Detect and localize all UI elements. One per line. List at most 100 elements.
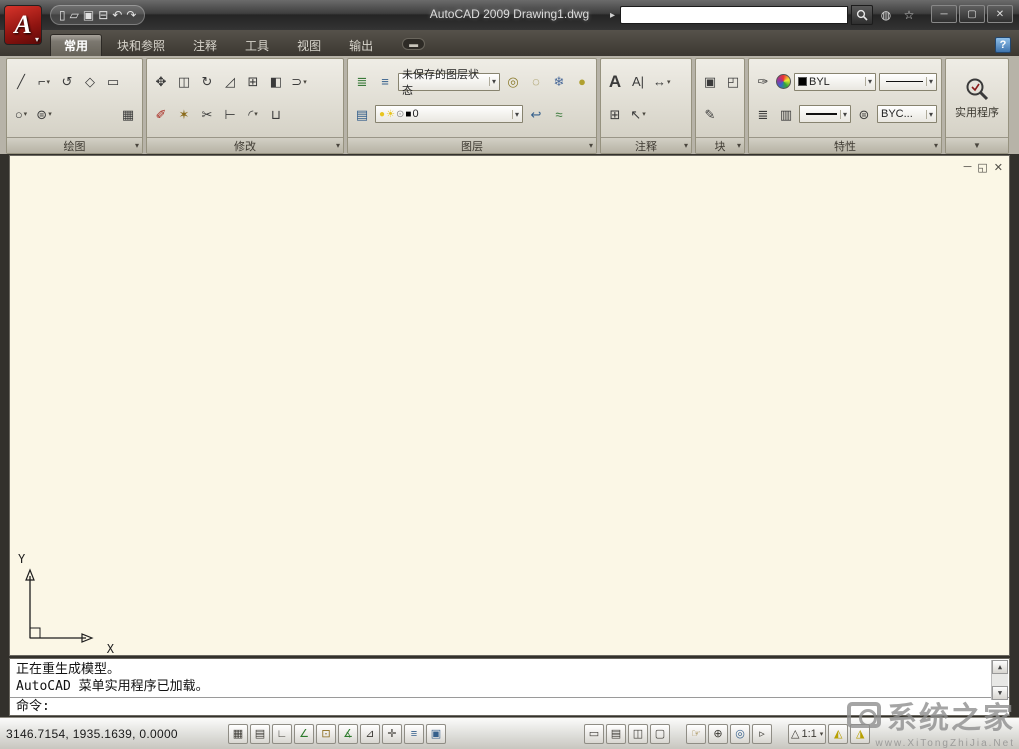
layer-match-tool[interactable]: ≈ xyxy=(549,104,569,125)
doc-minimize-button[interactable]: ─ xyxy=(964,161,972,174)
layer-properties-tool[interactable]: ▤ xyxy=(352,104,372,125)
ortho-toggle[interactable]: ∟ xyxy=(272,724,292,744)
layer-previous-tool[interactable]: ↩ xyxy=(526,104,546,125)
annotation-autoscale-button[interactable]: ◮ xyxy=(850,724,870,744)
tab-home[interactable]: 常用 xyxy=(50,34,102,56)
dyn-toggle[interactable]: ✛ xyxy=(382,724,402,744)
mtext-tool[interactable]: A xyxy=(605,71,625,92)
doc-close-button[interactable]: ✕ xyxy=(994,161,1003,174)
command-scrollbar[interactable]: ▲ ▼ xyxy=(991,660,1008,700)
quick-view-layouts-button[interactable]: ◫ xyxy=(628,724,648,744)
multileader-tool[interactable]: ↖▾ xyxy=(628,104,648,125)
ducs-toggle[interactable]: ⊿ xyxy=(360,724,380,744)
text-tool[interactable]: A| xyxy=(628,71,648,92)
lineweight-dropdown[interactable]: ▾ xyxy=(799,105,851,123)
lwt-toggle[interactable]: ≡ xyxy=(404,724,424,744)
annotation-scale-button[interactable]: △ 1:1 ▾ xyxy=(788,724,826,744)
communication-center-icon[interactable]: ◍ xyxy=(876,5,896,25)
drawing-canvas[interactable]: ─◱✕ Y X xyxy=(9,155,1010,656)
search-expand-icon[interactable]: ▸ xyxy=(610,10,615,21)
measure-icon[interactable] xyxy=(964,76,990,102)
panel-label-draw[interactable]: 绘图▾ xyxy=(7,137,142,153)
maximize-button[interactable]: ▢ xyxy=(959,5,985,23)
join-tool[interactable]: ⊔ xyxy=(266,104,286,125)
ellipse-tool[interactable]: ⊜▾ xyxy=(34,104,54,125)
command-prompt[interactable]: 命令: xyxy=(10,697,1009,716)
object-color-dropdown[interactable]: BYL ▾ xyxy=(794,73,876,91)
model-button[interactable]: ▭ xyxy=(584,724,604,744)
extend-tool[interactable]: ⊢ xyxy=(220,104,240,125)
layer-state-dropdown[interactable]: 未保存的图层状态 ▾ xyxy=(398,73,500,91)
match-properties-tool[interactable]: ✑ xyxy=(753,71,773,92)
ribbon-minimize-toggle-icon[interactable]: ▬ xyxy=(402,38,425,50)
create-block-tool[interactable]: ◰ xyxy=(723,71,743,92)
layer-dropdown[interactable]: ●☀⊙■ 0 ▾ xyxy=(375,105,523,123)
snap-toggle[interactable]: ▦ xyxy=(228,724,248,744)
layer-isolate-tool[interactable]: ◎ xyxy=(503,71,523,92)
move-tool[interactable]: ✥ xyxy=(151,71,171,92)
qp-toggle[interactable]: ▣ xyxy=(426,724,446,744)
trim-tool[interactable]: ✂ xyxy=(197,104,217,125)
scroll-up-button[interactable]: ▲ xyxy=(992,660,1008,674)
plot-style-tool[interactable]: ⊜ xyxy=(854,104,874,125)
lineweight-settings-tool[interactable]: ▥ xyxy=(776,104,796,125)
explode-tool[interactable]: ✶ xyxy=(174,104,194,125)
scale-tool[interactable]: ◿ xyxy=(220,71,240,92)
osnap-toggle[interactable]: ⊡ xyxy=(316,724,336,744)
scroll-down-button[interactable]: ▼ xyxy=(992,686,1008,700)
line-tool[interactable]: ╱ xyxy=(11,71,31,92)
close-button[interactable]: ✕ xyxy=(987,5,1013,23)
rotate-tool[interactable]: ↻ xyxy=(197,71,217,92)
color-wheel-icon[interactable] xyxy=(776,74,791,89)
tab-blocks-references[interactable]: 块和参照 xyxy=(104,34,178,56)
layer-state-icon[interactable]: ≣ xyxy=(352,71,372,92)
tab-output[interactable]: 输出 xyxy=(336,34,386,56)
panel-label-utilities[interactable]: ▼ xyxy=(946,137,1008,153)
help-button[interactable]: ? xyxy=(995,37,1011,53)
show-motion-button[interactable]: ▹ xyxy=(752,724,772,744)
annotation-visibility-button[interactable]: ◭ xyxy=(828,724,848,744)
panel-label-layers[interactable]: 图层▾ xyxy=(348,137,596,153)
menu-browser-button[interactable]: A▾ xyxy=(4,5,42,45)
steering-wheel-button[interactable]: ◎ xyxy=(730,724,750,744)
favorites-star-icon[interactable]: ☆ xyxy=(899,5,919,25)
grid-toggle[interactable]: ▤ xyxy=(250,724,270,744)
offset-tool[interactable]: ⊃▾ xyxy=(289,71,309,92)
pan-button[interactable]: ☞ xyxy=(686,724,706,744)
tab-view[interactable]: 视图 xyxy=(284,34,334,56)
linetype-preview-dropdown[interactable]: ▾ xyxy=(879,73,937,91)
layer-off-tool[interactable]: ● xyxy=(572,71,592,92)
zoom-button[interactable]: ⊕ xyxy=(708,724,728,744)
minimize-button[interactable]: ─ xyxy=(931,5,957,23)
polygon-tool[interactable]: ◇ xyxy=(80,71,100,92)
mirror-tool[interactable]: ◧ xyxy=(266,71,286,92)
panel-label-properties[interactable]: 特性▾ xyxy=(749,137,941,153)
layer-unisolate-tool[interactable]: ◌ xyxy=(526,71,546,92)
quick-view-drawings-button[interactable]: ▢ xyxy=(650,724,670,744)
hatch-tool[interactable]: ▦ xyxy=(118,104,138,125)
fillet-tool[interactable]: ◜▾ xyxy=(243,104,263,125)
table-tool[interactable]: ⊞ xyxy=(605,104,625,125)
insert-block-tool[interactable]: ▣ xyxy=(700,71,720,92)
doc-restore-button[interactable]: ◱ xyxy=(977,161,987,174)
panel-label-annotation[interactable]: 注释▾ xyxy=(601,137,691,153)
command-window[interactable]: 正在重生成模型。AutoCAD 菜单实用程序已加载。 命令: ▲ ▼ xyxy=(9,658,1010,716)
plot-style-dropdown[interactable]: BYC... ▾ xyxy=(877,105,937,123)
polar-toggle[interactable]: ∠ xyxy=(294,724,314,744)
otrack-toggle[interactable]: ∡ xyxy=(338,724,358,744)
dimension-tool[interactable]: ↔▾ xyxy=(651,71,673,92)
rectangle-tool[interactable]: ▭ xyxy=(103,71,123,92)
tab-tools[interactable]: 工具 xyxy=(232,34,282,56)
search-input[interactable] xyxy=(620,6,848,24)
panel-label-block[interactable]: 块▾ xyxy=(696,137,744,153)
properties-list-tool[interactable]: ≣ xyxy=(753,104,773,125)
tab-annotate[interactable]: 注释 xyxy=(180,34,230,56)
array-tool[interactable]: ⊞ xyxy=(243,71,263,92)
search-button[interactable] xyxy=(851,5,873,25)
copy-tool[interactable]: ◫ xyxy=(174,71,194,92)
utilities-button-label[interactable]: 实用程序 xyxy=(955,104,999,120)
scroll-track[interactable] xyxy=(992,674,1008,686)
layer-state-manager-icon[interactable]: ≡ xyxy=(375,71,395,92)
layout-button[interactable]: ▤ xyxy=(606,724,626,744)
polyline-tool[interactable]: ⌐▾ xyxy=(34,71,54,92)
